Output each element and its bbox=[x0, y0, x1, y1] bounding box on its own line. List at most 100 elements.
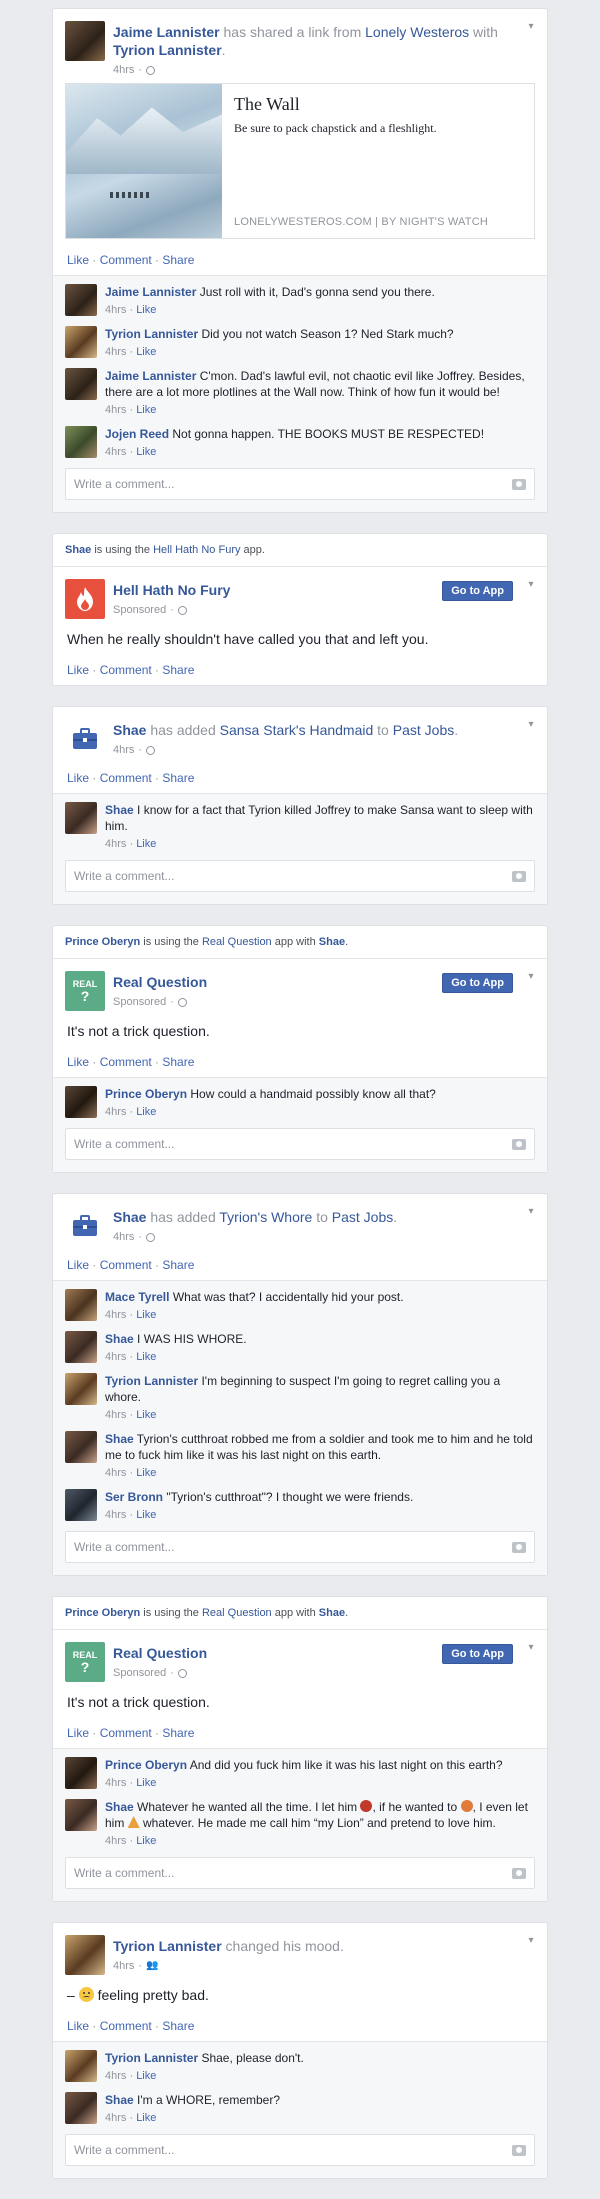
avatar[interactable] bbox=[65, 1799, 97, 1831]
avatar[interactable] bbox=[65, 1331, 97, 1363]
avatar[interactable] bbox=[65, 326, 97, 358]
comment-like-button[interactable]: Like bbox=[136, 1777, 156, 1789]
commenter-name[interactable]: Shae bbox=[105, 1332, 134, 1346]
comment-time[interactable]: 4hrs bbox=[105, 1309, 126, 1321]
comment-time[interactable]: 4hrs bbox=[105, 1509, 126, 1521]
like-button[interactable]: Like bbox=[67, 253, 89, 267]
share-button[interactable]: Share bbox=[162, 1258, 194, 1272]
commenter-name[interactable]: Ser Bronn bbox=[105, 1490, 163, 1504]
go-to-app-button[interactable]: Go to App bbox=[442, 581, 513, 601]
commenter-name[interactable]: Shae bbox=[105, 1432, 134, 1446]
commenter-name[interactable]: Prince Oberyn bbox=[105, 1087, 187, 1101]
comment-like-button[interactable]: Like bbox=[136, 1309, 156, 1321]
actor-name[interactable]: Tyrion Lannister bbox=[113, 1938, 222, 1954]
comment-button[interactable]: Comment bbox=[100, 253, 152, 267]
commenter-name[interactable]: Jaime Lannister bbox=[105, 285, 196, 299]
app-link[interactable]: Real Question bbox=[202, 936, 272, 948]
chevron-down-icon[interactable]: ▾ bbox=[525, 971, 537, 983]
comment-input[interactable]: Write a comment... bbox=[65, 468, 535, 500]
comment-like-button[interactable]: Like bbox=[136, 446, 156, 458]
app-name[interactable]: Real Question bbox=[113, 973, 207, 991]
avatar[interactable] bbox=[65, 368, 97, 400]
actor-name[interactable]: Shae bbox=[113, 1209, 146, 1225]
comment-time[interactable]: 4hrs bbox=[105, 1409, 126, 1421]
app-icon[interactable]: REAL ? bbox=[65, 971, 105, 1011]
camera-icon[interactable] bbox=[512, 1867, 526, 1879]
commenter-name[interactable]: Mace Tyrell bbox=[105, 1290, 169, 1304]
go-to-app-button[interactable]: Go to App bbox=[442, 973, 513, 993]
comment-input[interactable]: Write a comment... bbox=[65, 1857, 535, 1889]
share-button[interactable]: Share bbox=[162, 2019, 194, 2033]
chevron-down-icon[interactable]: ▾ bbox=[525, 1206, 537, 1218]
avatar[interactable] bbox=[65, 1289, 97, 1321]
target-name[interactable]: Shae bbox=[319, 1607, 345, 1619]
app-name[interactable]: Real Question bbox=[113, 1644, 207, 1662]
app-link[interactable]: Real Question bbox=[202, 1607, 272, 1619]
app-icon[interactable] bbox=[65, 579, 105, 619]
avatar[interactable] bbox=[65, 2092, 97, 2124]
like-button[interactable]: Like bbox=[67, 771, 89, 785]
camera-icon[interactable] bbox=[512, 870, 526, 882]
comment-input[interactable]: Write a comment... bbox=[65, 1128, 535, 1160]
comment-time[interactable]: 4hrs bbox=[105, 1467, 126, 1479]
like-button[interactable]: Like bbox=[67, 1055, 89, 1069]
timestamp[interactable]: 4hrs bbox=[113, 1228, 134, 1246]
camera-icon[interactable] bbox=[512, 2144, 526, 2156]
comment-button[interactable]: Comment bbox=[100, 663, 152, 677]
comment-like-button[interactable]: Like bbox=[136, 1351, 156, 1363]
commenter-name[interactable]: Tyrion Lannister bbox=[105, 1374, 198, 1388]
sponsored-label[interactable]: Sponsored bbox=[113, 1664, 166, 1682]
comment-time[interactable]: 4hrs bbox=[105, 1777, 126, 1789]
avatar[interactable] bbox=[65, 1489, 97, 1521]
comment-input[interactable]: Write a comment... bbox=[65, 1531, 535, 1563]
comment-like-button[interactable]: Like bbox=[136, 1409, 156, 1421]
avatar[interactable] bbox=[65, 284, 97, 316]
target-name[interactable]: Tyrion Lannister bbox=[113, 42, 222, 58]
share-button[interactable]: Share bbox=[162, 663, 194, 677]
actor-name[interactable]: Shae bbox=[113, 722, 146, 738]
comment-like-button[interactable]: Like bbox=[136, 838, 156, 850]
timestamp[interactable]: 4hrs bbox=[113, 1957, 134, 1975]
app-icon[interactable]: REAL ? bbox=[65, 1642, 105, 1682]
comment-like-button[interactable]: Like bbox=[136, 1509, 156, 1521]
comment-time[interactable]: 4hrs bbox=[105, 346, 126, 358]
comment-like-button[interactable]: Like bbox=[136, 404, 156, 416]
list-link[interactable]: Past Jobs bbox=[393, 722, 454, 738]
chevron-down-icon[interactable]: ▾ bbox=[525, 21, 537, 33]
commenter-name[interactable]: Tyrion Lannister bbox=[105, 2051, 198, 2065]
comment-like-button[interactable]: Like bbox=[136, 346, 156, 358]
sponsored-label[interactable]: Sponsored bbox=[113, 601, 166, 619]
actor-name[interactable]: Prince Oberyn bbox=[65, 936, 140, 948]
page-link[interactable]: Lonely Westeros bbox=[365, 24, 469, 40]
comment-like-button[interactable]: Like bbox=[136, 1106, 156, 1118]
comment-like-button[interactable]: Like bbox=[136, 1467, 156, 1479]
job-link[interactable]: Sansa Stark's Handmaid bbox=[220, 722, 374, 738]
comment-button[interactable]: Comment bbox=[100, 2019, 152, 2033]
commenter-name[interactable]: Shae bbox=[105, 2093, 134, 2107]
avatar[interactable] bbox=[65, 21, 105, 61]
avatar[interactable] bbox=[65, 1757, 97, 1789]
comment-time[interactable]: 4hrs bbox=[105, 1835, 126, 1847]
share-button[interactable]: Share bbox=[162, 771, 194, 785]
avatar[interactable] bbox=[65, 802, 97, 834]
chevron-down-icon[interactable]: ▾ bbox=[525, 1642, 537, 1654]
comment-button[interactable]: Comment bbox=[100, 1258, 152, 1272]
sponsored-label[interactable]: Sponsored bbox=[113, 993, 166, 1011]
app-name[interactable]: Hell Hath No Fury bbox=[113, 581, 230, 599]
commenter-name[interactable]: Jaime Lannister bbox=[105, 369, 196, 383]
share-button[interactable]: Share bbox=[162, 1726, 194, 1740]
comment-time[interactable]: 4hrs bbox=[105, 304, 126, 316]
comment-button[interactable]: Comment bbox=[100, 771, 152, 785]
share-button[interactable]: Share bbox=[162, 253, 194, 267]
camera-icon[interactable] bbox=[512, 478, 526, 490]
comment-input[interactable]: Write a comment... bbox=[65, 860, 535, 892]
comment-input[interactable]: Write a comment... bbox=[65, 2134, 535, 2166]
avatar[interactable] bbox=[65, 2050, 97, 2082]
share-button[interactable]: Share bbox=[162, 1055, 194, 1069]
avatar[interactable] bbox=[65, 1373, 97, 1405]
commenter-name[interactable]: Prince Oberyn bbox=[105, 1758, 187, 1772]
commenter-name[interactable]: Shae bbox=[105, 1800, 134, 1814]
job-link[interactable]: Tyrion's Whore bbox=[219, 1209, 312, 1225]
avatar[interactable] bbox=[65, 1431, 97, 1463]
comment-time[interactable]: 4hrs bbox=[105, 838, 126, 850]
